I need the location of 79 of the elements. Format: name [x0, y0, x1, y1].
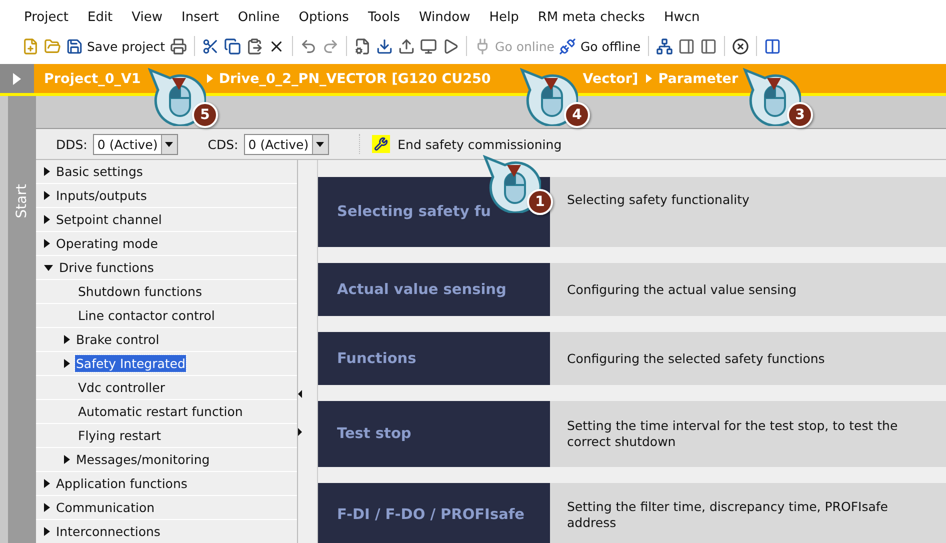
copy-icon[interactable]	[224, 38, 242, 54]
menu-item[interactable]: Project	[24, 10, 68, 32]
step-button[interactable]: Test stop	[318, 401, 550, 467]
caret-right-icon[interactable]	[44, 239, 50, 248]
tree-item[interactable]: Drive functions	[58, 259, 155, 276]
cds-label: CDS:	[208, 136, 238, 152]
menu-item[interactable]: View	[132, 10, 163, 32]
save-icon	[66, 38, 83, 54]
step-button[interactable]: F-DI / F-DO / PROFIsafe	[318, 483, 550, 543]
step-description: Selecting safety functionality	[567, 192, 750, 208]
tree-item[interactable]: Safety Integrated	[75, 355, 186, 372]
printer-icon[interactable]	[170, 38, 188, 54]
folder-icon[interactable]	[44, 38, 61, 54]
step-button[interactable]: Actual value sensing	[318, 263, 550, 316]
caret-right-icon[interactable]	[64, 359, 70, 368]
dropdown-arrow-icon	[316, 142, 324, 146]
step-description: Configuring the actual value sensing	[567, 282, 797, 298]
tree-item[interactable]: Inputs/outputs	[55, 187, 148, 204]
dds-dropdown[interactable]: 0 (Active)	[93, 134, 178, 154]
tree-item[interactable]: Messages/monitoring	[75, 451, 211, 468]
caret-down-icon[interactable]	[44, 264, 53, 270]
toolbar-button[interactable]: Save project	[66, 38, 166, 54]
tree-item[interactable]: Application functions	[55, 475, 188, 492]
dds-label: DDS:	[56, 136, 88, 152]
tree-item[interactable]: Shutdown functions	[77, 283, 203, 300]
tree-item[interactable]: Vdc controller	[77, 379, 166, 396]
network-icon[interactable]	[656, 38, 673, 54]
caret-right-icon[interactable]	[64, 335, 70, 344]
paste-icon[interactable]	[246, 38, 264, 54]
menu-item[interactable]: Help	[489, 10, 519, 32]
step-description: Setting the time interval for the test stop, to test the correct shutdown	[567, 418, 899, 450]
expand-icon[interactable]	[13, 72, 21, 84]
caret-right-icon[interactable]	[44, 215, 50, 224]
step-button[interactable]: Functions	[318, 332, 550, 385]
menu-item[interactable]: Insert	[182, 10, 219, 32]
menu-item[interactable]: Window	[418, 10, 470, 32]
scissors-icon[interactable]	[202, 38, 220, 54]
separator-icon	[646, 74, 652, 83]
caret-right-icon[interactable]	[44, 479, 50, 488]
menu-item[interactable]: RM meta checks	[538, 10, 645, 32]
tree-item[interactable]: Line contactor control	[77, 307, 216, 324]
tree-item[interactable]: Flying restart	[77, 427, 162, 444]
caret-right-icon[interactable]	[64, 455, 70, 464]
toolbar-button[interactable]: Go offline	[559, 38, 641, 54]
undo-icon[interactable]	[300, 38, 318, 54]
menu-item[interactable]: Edit	[87, 10, 113, 32]
tree-item[interactable]: Interconnections	[55, 523, 162, 540]
end-commissioning-button[interactable]: End safety commissioning	[358, 134, 568, 154]
monitor-icon[interactable]	[420, 38, 438, 54]
cancel-icon[interactable]	[732, 38, 749, 54]
download-icon[interactable]	[376, 38, 394, 54]
caret-right-icon[interactable]	[44, 167, 50, 176]
menu-item[interactable]: Hwcn	[664, 10, 700, 32]
columns-icon[interactable]	[764, 38, 781, 54]
panel-icon[interactable]	[700, 38, 717, 54]
panel-icon[interactable]	[678, 38, 695, 54]
menu-item[interactable]: Online	[238, 10, 280, 32]
file-gear-icon[interactable]	[354, 38, 372, 54]
tools-icon	[374, 137, 388, 151]
step-description: Configuring the selected safety functions	[567, 350, 825, 366]
dropdown-arrow-icon	[165, 142, 174, 146]
new-file-icon[interactable]	[22, 38, 39, 54]
unplug-icon	[559, 38, 576, 54]
tree-item[interactable]: Communication	[55, 499, 156, 516]
redo-icon[interactable]	[322, 38, 340, 54]
play-icon[interactable]	[442, 38, 460, 54]
caret-right-icon[interactable]	[44, 503, 50, 512]
tree-item[interactable]: Operating mode	[55, 235, 159, 252]
menu-item[interactable]: Tools	[368, 10, 400, 32]
tree-item[interactable]: Setpoint channel	[55, 211, 163, 228]
caret-right-icon[interactable]	[44, 191, 50, 200]
tree-item[interactable]: Automatic restart function	[77, 403, 244, 420]
caret-right-icon[interactable]	[44, 527, 50, 536]
tree-item[interactable]: Brake control	[75, 331, 160, 348]
step-description: Setting the filter time, discrepancy time, PROFIsafe address	[567, 499, 889, 531]
menu-item[interactable]: Options	[298, 10, 349, 32]
upload-icon[interactable]	[398, 38, 416, 54]
tree-item[interactable]: Basic settings	[55, 163, 144, 180]
cds-dropdown[interactable]: 0 (Active)	[244, 134, 329, 154]
